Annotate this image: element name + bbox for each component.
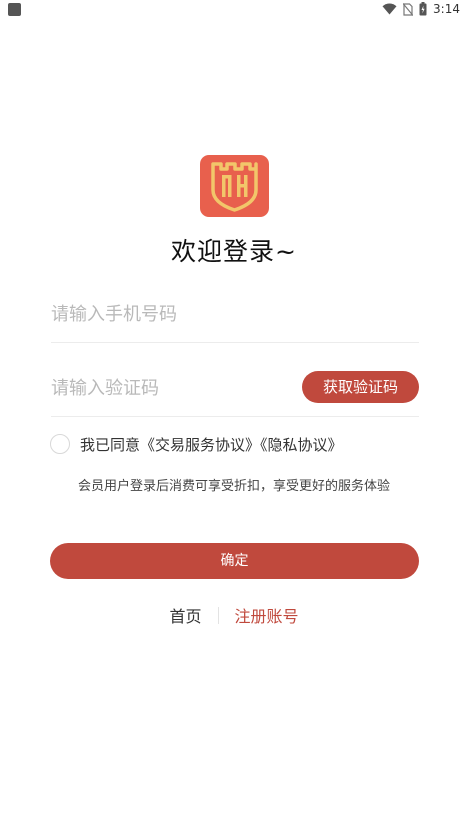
privacy-agreement-link[interactable]: 《隐私协议》 [260, 436, 343, 454]
home-link[interactable]: 首页 [169, 603, 201, 627]
verification-code-input[interactable] [51, 364, 291, 412]
page-title: 欢迎登录~ [171, 237, 297, 266]
no-sim-icon [403, 2, 414, 16]
agree-prefix: 我已同意 [80, 435, 141, 454]
phone-field [51, 290, 419, 343]
notification-icon [8, 3, 21, 16]
member-note: 会员用户登录后消费可享受折扣，享受更好的服务体验 [77, 479, 390, 494]
link-divider [217, 606, 219, 624]
castle-logo-icon [211, 162, 258, 212]
get-code-button[interactable]: 获取验证码 [302, 371, 419, 403]
register-link[interactable]: 注册账号 [235, 603, 299, 627]
agreement-row: 我已同意《交易服务协议》《隐私协议》 [50, 433, 343, 455]
agree-checkbox[interactable] [50, 434, 70, 454]
status-time: 3:14 [433, 2, 460, 16]
confirm-button[interactable]: 确定 [50, 543, 419, 579]
agreement-text: 我已同意《交易服务协议》《隐私协议》 [80, 434, 343, 455]
bottom-links: 首页 注册账号 [0, 603, 468, 627]
battery-charging-icon [419, 2, 427, 16]
app-logo [200, 155, 269, 217]
status-bar: 3:14 [0, 0, 468, 20]
code-field: 获取验证码 [51, 364, 419, 417]
status-icons: 3:14 [382, 2, 460, 16]
phone-input[interactable] [51, 290, 291, 338]
wifi-icon [382, 3, 397, 15]
trade-agreement-link[interactable]: 《交易服务协议》 [140, 436, 260, 454]
